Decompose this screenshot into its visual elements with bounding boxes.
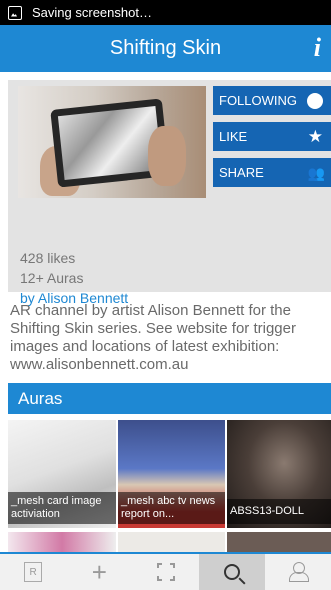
aura-caption: _mesh abc tv news report on... xyxy=(118,492,225,524)
aura-tile[interactable] xyxy=(8,532,116,554)
share-label: SHARE xyxy=(219,165,264,180)
image-icon xyxy=(8,5,22,20)
aura-caption: ABSS13-DOLL xyxy=(227,499,331,524)
toggle-icon xyxy=(307,92,323,109)
likes-count: 428 likes xyxy=(20,250,76,266)
nav-add[interactable]: + xyxy=(66,554,132,590)
aura-tile[interactable] xyxy=(227,532,331,554)
nav-scan-frame[interactable] xyxy=(132,554,198,590)
like-label: LIKE xyxy=(219,129,248,144)
aura-tile[interactable]: ABSS13-DOLL xyxy=(227,420,331,528)
aura-tile[interactable]: _mesh card image activiation xyxy=(8,420,116,528)
nav-search[interactable] xyxy=(198,554,265,590)
plus-icon: + xyxy=(91,556,107,587)
following-button[interactable]: FOLLOWING xyxy=(213,86,331,115)
bottom-nav: R + xyxy=(0,552,331,590)
aura-tile[interactable] xyxy=(118,532,225,554)
nav-profile[interactable] xyxy=(265,554,331,590)
following-label: FOLLOWING xyxy=(219,93,298,108)
aura-caption: _mesh card image activiation xyxy=(8,492,116,524)
share-button[interactable]: SHARE 👥 xyxy=(213,158,331,187)
channel-hero-image xyxy=(18,86,206,198)
channel-card: FOLLOWING LIKE ★ SHARE 👥 428 likes 12+ A… xyxy=(8,80,331,306)
page-title: Shifting Skin xyxy=(109,37,222,59)
star-icon: ★ xyxy=(307,127,323,146)
channel-description: AR channel by artist Alison Bennett for … xyxy=(10,302,296,373)
status-bar: Saving screenshot… xyxy=(0,0,331,25)
like-button[interactable]: LIKE ★ xyxy=(213,122,331,151)
aura-tile[interactable]: _mesh abc tv news report on... xyxy=(118,420,225,528)
people-icon: 👥 xyxy=(307,164,325,181)
channel-stats: 428 likes 12+ Auras by Alison Bennett xyxy=(20,248,128,308)
auras-title: Auras xyxy=(18,388,63,408)
status-text: Saving screenshot… xyxy=(32,5,152,20)
auras-section-header: Auras xyxy=(8,383,331,414)
auras-count: 12+ Auras xyxy=(20,270,84,286)
info-icon[interactable]: i xyxy=(314,33,321,63)
app-header: Shifting Skin i xyxy=(0,25,331,72)
ar-icon: R xyxy=(24,562,43,582)
nav-ar-scan[interactable]: R xyxy=(0,554,66,590)
search-icon xyxy=(223,564,240,580)
frame-icon xyxy=(156,563,175,581)
user-icon xyxy=(288,562,309,582)
